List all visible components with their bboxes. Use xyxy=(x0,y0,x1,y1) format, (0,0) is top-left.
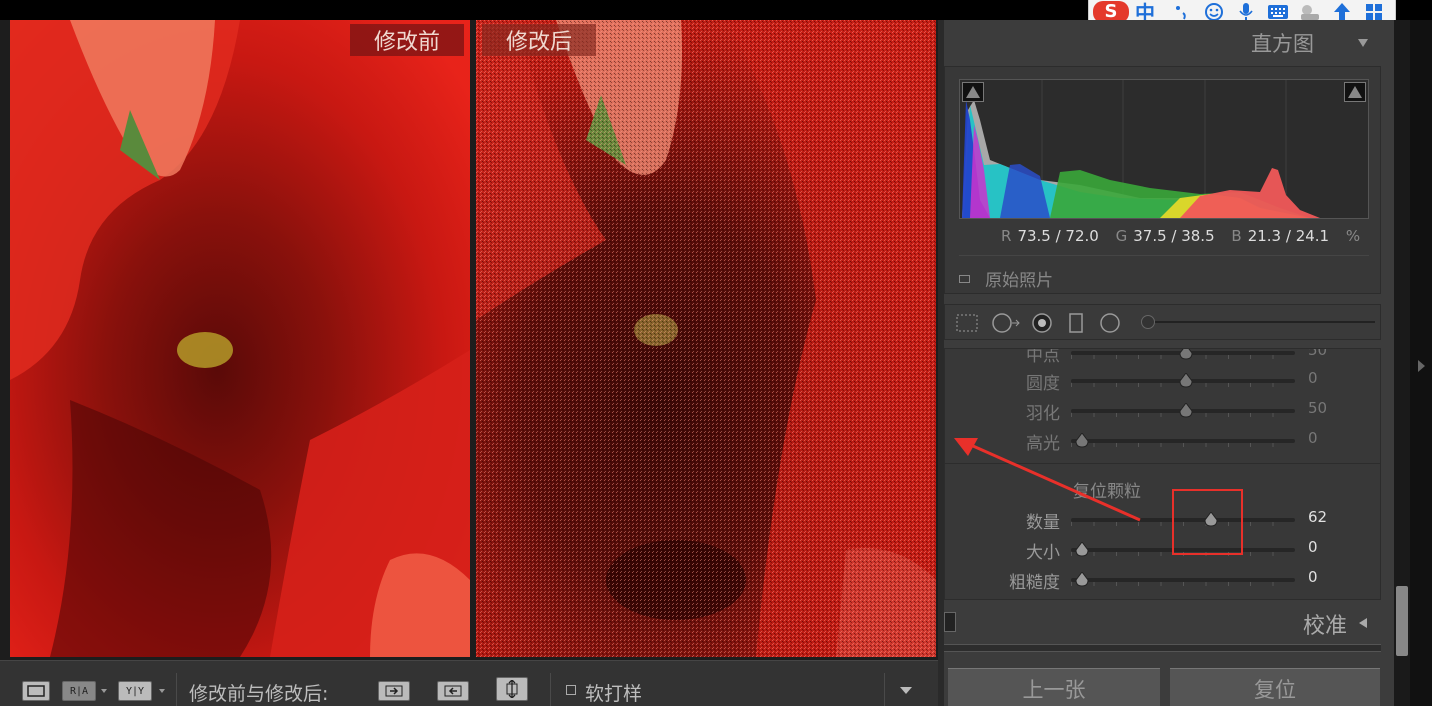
bottom-toolbar: R|A Y|Y 修改前与修改后: 软打样 xyxy=(0,660,938,706)
g-key: G xyxy=(1115,227,1128,245)
before-after-yy-button[interactable]: Y|Y xyxy=(118,681,152,701)
toolbar-menu-chevron-down-icon[interactable] xyxy=(900,687,912,694)
highlight-clipping-button[interactable] xyxy=(1344,82,1366,102)
before-image: 修改前 xyxy=(10,20,470,657)
annotation-highlight-box xyxy=(1172,489,1243,555)
ra-dropdown-icon[interactable] xyxy=(101,689,107,693)
histogram-panel: R 73.5 / 72.0 G 37.5 / 38.5 B 21.3 / 24.1 %… xyxy=(944,66,1381,294)
original-photo-checkbox[interactable] xyxy=(959,274,970,283)
grain-slider-label: 大小 xyxy=(1026,543,1060,563)
previous-button[interactable]: 上一张 xyxy=(948,668,1160,706)
skin-icon[interactable] xyxy=(1299,3,1321,21)
copy-before-to-after-button[interactable] xyxy=(378,681,410,701)
histogram-header[interactable]: 直方图 xyxy=(944,20,1388,64)
vignette-slider-value[interactable]: 0 xyxy=(1308,429,1380,447)
after-photo xyxy=(476,20,936,657)
emoji-icon[interactable] xyxy=(1203,2,1225,21)
vignette-slider-label: 羽化 xyxy=(1026,404,1060,424)
upload-icon[interactable] xyxy=(1331,2,1353,21)
right-edge-strip xyxy=(1410,20,1432,706)
grain-slider-row: 粗糙度 0 xyxy=(945,568,1380,593)
toolbar-divider xyxy=(176,673,177,706)
vignette-slider-label: 圆度 xyxy=(1026,374,1060,394)
calibration-title: 校准 xyxy=(1302,614,1347,639)
microphone-icon[interactable] xyxy=(1235,2,1257,21)
before-after-viewer: 修改前 修改后 xyxy=(0,20,938,660)
loupe-view-button[interactable] xyxy=(22,681,50,701)
soft-proof-checkbox[interactable] xyxy=(566,685,576,695)
percent-unit: % xyxy=(1345,227,1361,245)
radial-filter-icon[interactable] xyxy=(1099,313,1121,337)
scrollbar-thumb[interactable] xyxy=(1396,586,1408,656)
show-panel-arrow-icon[interactable] xyxy=(1418,360,1425,372)
vignette-slider-value[interactable]: 50 xyxy=(1308,349,1380,359)
vignette-slider-row: 羽化 50 xyxy=(945,399,1380,424)
grain-slider-value[interactable]: 0 xyxy=(1308,538,1380,556)
before-after-ra-button[interactable]: R|A xyxy=(62,681,96,701)
grain-slider-handle[interactable] xyxy=(1075,541,1089,557)
soft-proof-label: 软打样 xyxy=(585,683,643,705)
punctuation-icon[interactable] xyxy=(1171,3,1193,21)
histogram-title: 直方图 xyxy=(1251,32,1314,56)
vignette-slider-row: 圆度 0 xyxy=(945,369,1380,394)
grain-slider-value[interactable]: 62 xyxy=(1308,508,1380,526)
develop-right-panel: 直方图 R 73.5 / 72.0 G 37.5 / 38.5 B 21.3 /… xyxy=(938,20,1394,706)
calibration-expand-icon[interactable] xyxy=(1359,618,1367,628)
original-photo-row[interactable]: 原始照片 xyxy=(959,255,1369,291)
shadow-clipping-button[interactable] xyxy=(962,82,984,102)
yy-dropdown-icon[interactable] xyxy=(159,689,165,693)
toolbar-divider xyxy=(550,673,551,706)
calibration-header[interactable]: 校准 xyxy=(944,604,1381,644)
graduated-filter-icon[interactable] xyxy=(1069,313,1083,337)
r-value: 73.5 / 72.0 xyxy=(1017,227,1099,245)
panel-toggle-switch[interactable] xyxy=(944,612,956,632)
b-key: B xyxy=(1231,227,1242,245)
panel-end-bar xyxy=(944,644,1381,652)
vignette-slider-value[interactable]: 50 xyxy=(1308,399,1380,417)
vignette-slider-handle[interactable] xyxy=(1179,372,1193,388)
histogram-curves xyxy=(962,80,1320,218)
after-label: 修改后 xyxy=(482,24,597,56)
after-image: 修改后 xyxy=(476,20,936,657)
crop-overlay-icon[interactable] xyxy=(955,313,979,337)
r-key: R xyxy=(1001,227,1012,245)
brush-slider-track[interactable] xyxy=(1145,321,1375,323)
grain-slider-handle[interactable] xyxy=(1075,571,1089,587)
toolbar-divider xyxy=(884,673,885,706)
brush-slider-handle[interactable] xyxy=(1141,315,1155,329)
annotation-arrow xyxy=(954,438,1141,522)
tool-strip xyxy=(944,304,1381,340)
g-value: 37.5 / 38.5 xyxy=(1133,227,1215,245)
vignette-slider-value[interactable]: 0 xyxy=(1308,369,1380,387)
vignette-slider-label: 中点 xyxy=(1026,348,1060,366)
original-photo-label: 原始照片 xyxy=(985,271,1054,291)
grain-slider-value[interactable]: 0 xyxy=(1308,568,1380,586)
grain-slider-row: 大小 0 xyxy=(945,538,1380,563)
reset-button[interactable]: 复位 xyxy=(1170,668,1380,706)
vignette-slider-handle[interactable] xyxy=(1179,349,1193,360)
before-label: 修改前 xyxy=(349,24,464,56)
histogram-collapse-icon[interactable] xyxy=(1358,39,1368,47)
panel-scrollbar[interactable] xyxy=(1394,20,1410,706)
vignette-slider-handle[interactable] xyxy=(1179,402,1193,418)
spot-removal-icon[interactable] xyxy=(991,313,1021,337)
grain-slider-label: 粗糙度 xyxy=(1009,573,1060,593)
grain-slider-ticks xyxy=(1071,582,1295,586)
red-eye-icon[interactable] xyxy=(1031,313,1053,339)
histogram-graph xyxy=(959,79,1369,219)
grid-icon[interactable] xyxy=(1363,3,1385,21)
before-photo xyxy=(10,20,470,657)
copy-after-to-before-button[interactable] xyxy=(437,681,469,701)
b-value: 21.3 / 24.1 xyxy=(1247,227,1330,245)
vignette-slider-row: 中点 50 xyxy=(945,348,1380,366)
before-after-label: 修改前与修改后: xyxy=(189,683,329,705)
swap-before-after-button[interactable] xyxy=(496,677,528,701)
rgb-readout: R 73.5 / 72.0 G 37.5 / 38.5 B 21.3 / 24.1 % xyxy=(1001,227,1366,245)
keyboard-icon[interactable] xyxy=(1267,3,1289,21)
